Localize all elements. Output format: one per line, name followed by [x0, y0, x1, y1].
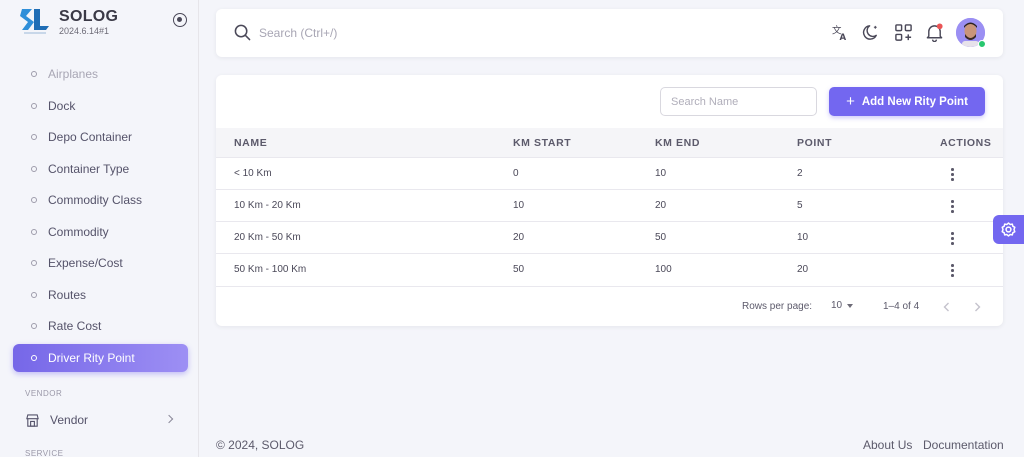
circle-icon [31, 323, 37, 329]
table-row: < 10 Km 0 10 2 [216, 157, 1003, 189]
brand-name: SOLOG [59, 8, 119, 25]
cell-km-end: 50 [655, 232, 667, 243]
pagination: Rows per page: 10 1–4 of 4 [216, 286, 1003, 326]
more-vertical-icon[interactable] [947, 167, 957, 182]
sidebar-item-label: Commodity Class [48, 193, 143, 207]
cell-km-start: 20 [513, 232, 525, 243]
rity-point-card: + Add New Rity Point NAME KM START KM EN… [216, 75, 1003, 326]
cell-km-end: 10 [655, 168, 667, 179]
sidebar-item-label: Routes [48, 287, 87, 302]
circle-icon [31, 354, 37, 361]
cell-km-start: 0 [513, 168, 519, 179]
search-name-input[interactable] [660, 87, 817, 116]
circle-icon [31, 228, 37, 235]
sidebar-item-label: Driver Rity Point [48, 350, 135, 365]
sidebar-item-label: Depo Container [48, 130, 133, 144]
sidebar-item-expense-cost[interactable]: Expense/Cost [13, 249, 188, 277]
footer-copyright: © 2024, SOLOG [216, 438, 305, 452]
more-vertical-icon[interactable] [947, 263, 957, 278]
sidebar-item-label: Vendor [50, 413, 89, 427]
caret-down-icon[interactable] [847, 304, 853, 308]
apps-grid-icon[interactable] [894, 23, 913, 42]
sidebar-item-label: Airplanes [48, 67, 99, 81]
brand-version: 2024.6.14#1 [59, 26, 110, 36]
circle-icon [31, 260, 37, 266]
add-new-rity-point-button[interactable]: + Add New Rity Point [829, 87, 985, 116]
brand[interactable]: SOLOG 2024.6.14#1 [20, 6, 190, 40]
sidebar-nav: Airplanes Dock Depo Container Container … [13, 60, 188, 375]
column-header-actions: ACTIONS [940, 137, 992, 149]
more-vertical-icon[interactable] [947, 199, 957, 214]
circle-icon [31, 197, 37, 203]
sidebar-collapse-button[interactable] [173, 13, 187, 27]
bell-icon[interactable] [925, 23, 944, 42]
column-header-name[interactable]: NAME [234, 137, 267, 149]
sidebar-item-vendor[interactable]: Vendor [13, 406, 188, 434]
sidebar-item-label: Container Type [48, 161, 130, 176]
online-status-dot [978, 40, 986, 48]
plus-icon: + [846, 92, 855, 110]
cell-point: 10 [797, 232, 809, 243]
table-row: 20 Km - 50 Km 20 50 10 [216, 221, 1003, 253]
cell-km-start: 10 [513, 200, 525, 211]
sidebar-item-driver-rity-point[interactable]: Driver Rity Point [13, 343, 188, 372]
sidebar-item-commodity[interactable]: Commodity [13, 218, 188, 246]
table-row: 10 Km - 20 Km 10 20 5 [216, 189, 1003, 221]
sidebar-item-label: Expense/Cost [48, 256, 123, 270]
cell-km-start: 50 [513, 264, 525, 275]
cell-km-end: 20 [655, 200, 667, 211]
global-search-input[interactable]: Search (Ctrl+/) [259, 26, 337, 40]
column-header-km-end[interactable]: KM END [655, 137, 700, 149]
store-icon [26, 413, 39, 427]
circle-icon [31, 102, 37, 109]
sidebar-item-label: Commodity [48, 224, 109, 239]
circle-icon [31, 291, 37, 298]
sidebar-item-airplanes[interactable]: Airplanes [13, 60, 188, 88]
chevron-right-icon [164, 414, 174, 424]
footer-about-link[interactable]: About Us [863, 438, 912, 452]
rows-per-page-select[interactable]: 10 [831, 300, 842, 311]
column-header-point[interactable]: POINT [797, 137, 832, 149]
add-button-label: Add New Rity Point [861, 95, 968, 108]
more-vertical-icon[interactable] [947, 231, 957, 246]
table-header: NAME KM START KM END POINT ACTIONS [216, 128, 1003, 157]
pagination-range: 1–4 of 4 [883, 301, 920, 312]
circle-icon [31, 134, 37, 140]
sidebar-item-container-type[interactable]: Container Type [13, 155, 188, 183]
circle-icon [31, 165, 37, 172]
sl-logo-icon [20, 9, 49, 34]
cell-point: 5 [797, 200, 803, 211]
footer-documentation-link[interactable]: Documentation [923, 438, 1004, 452]
cell-point: 20 [797, 264, 809, 275]
circle-icon [31, 71, 37, 77]
rows-per-page-label: Rows per page: [742, 301, 813, 312]
sidebar-item-depo-container[interactable]: Depo Container [13, 123, 188, 151]
sidebar-item-commodity-class[interactable]: Commodity Class [13, 186, 188, 214]
sidebar-item-dock[interactable]: Dock [13, 92, 188, 120]
cell-name: 10 Km - 20 Km [234, 200, 301, 211]
customizer-button[interactable] [993, 215, 1024, 244]
section-label-service: SERVICE [25, 449, 64, 457]
cell-point: 2 [797, 168, 803, 179]
translate-icon[interactable]: 文 A [831, 23, 850, 42]
gear-icon [1001, 222, 1016, 237]
table-row: 50 Km - 100 Km 50 100 20 [216, 253, 1003, 285]
sidebar: SOLOG 2024.6.14#1 Airplanes Dock Depo Co… [0, 0, 199, 457]
svg-text:A: A [840, 33, 847, 42]
topbar: Search (Ctrl+/) 文 A [216, 9, 1003, 57]
sidebar-item-label: Dock [48, 98, 76, 113]
cell-km-end: 100 [655, 264, 672, 275]
moon-icon[interactable] [862, 23, 881, 42]
cell-name: < 10 Km [234, 168, 272, 179]
section-label-vendor: VENDOR [25, 389, 63, 398]
search-icon[interactable] [234, 24, 251, 41]
cell-name: 50 Km - 100 Km [234, 264, 307, 275]
sidebar-item-label: Rate Cost [48, 319, 102, 333]
sidebar-item-routes[interactable]: Routes [13, 281, 188, 309]
sidebar-item-rate-cost[interactable]: Rate Cost [13, 312, 188, 340]
chevron-left-icon[interactable] [941, 301, 953, 313]
column-header-km-start[interactable]: KM START [513, 137, 571, 149]
cell-name: 20 Km - 50 Km [234, 232, 301, 243]
chevron-right-icon[interactable] [971, 301, 983, 313]
